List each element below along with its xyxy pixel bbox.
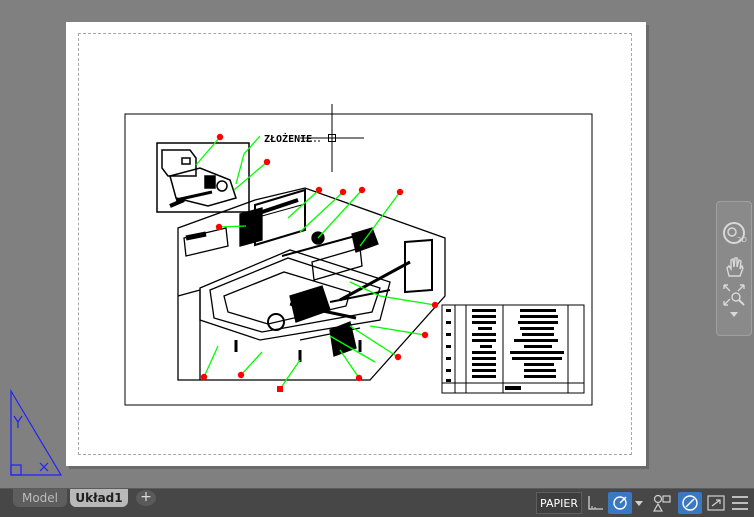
snap-icon: [588, 496, 603, 510]
parts-list-rows: [446, 309, 564, 390]
paper-space-toggle[interactable]: PAPIER: [536, 492, 582, 514]
tab-model[interactable]: Model: [13, 489, 67, 507]
tab-layout1[interactable]: Układ1: [70, 489, 128, 507]
status-bar: Model Układ1 + PAPIER: [0, 488, 754, 517]
assembly-drawing: [177, 187, 446, 381]
layout-viewport-drawing[interactable]: ZŁOŻENIE: [0, 0, 754, 488]
customization-menu-button[interactable]: [728, 492, 752, 514]
menu-icon: [732, 496, 748, 510]
chevron-down-icon: [635, 501, 643, 506]
detail-view-part: [161, 149, 237, 208]
zoom-extents-icon[interactable]: [721, 282, 747, 308]
svg-text:2D: 2D: [737, 236, 747, 244]
navbar-dropdown-icon[interactable]: [730, 312, 738, 318]
polar-dropdown-button[interactable]: [632, 492, 646, 514]
snap-button[interactable]: [584, 492, 608, 514]
isolate-objects-button[interactable]: [678, 492, 702, 514]
callout-markers: [200, 133, 439, 392]
shapes-icon: [652, 494, 671, 512]
polar-tracking-button[interactable]: [608, 492, 632, 514]
callout-leaders: [195, 135, 436, 390]
fullscreen-icon: [707, 495, 725, 511]
drawing-title: ZŁOŻENIE: [264, 131, 312, 145]
isolate-objects-icon: [682, 495, 698, 511]
annotation-monitor-button[interactable]: [650, 492, 674, 514]
ucs-icon: [10, 388, 63, 476]
drawing-viewport[interactable]: ZŁOŻENIE 2D: [0, 0, 754, 488]
steering-wheel-2d-icon[interactable]: 2D: [721, 220, 747, 246]
pan-hand-icon[interactable]: [721, 254, 747, 280]
fullscreen-button[interactable]: [704, 492, 728, 514]
navigation-bar[interactable]: 2D: [716, 201, 752, 336]
add-layout-button[interactable]: +: [136, 490, 156, 506]
parts-list-table: [441, 304, 585, 394]
polar-tracking-icon: [613, 496, 627, 510]
